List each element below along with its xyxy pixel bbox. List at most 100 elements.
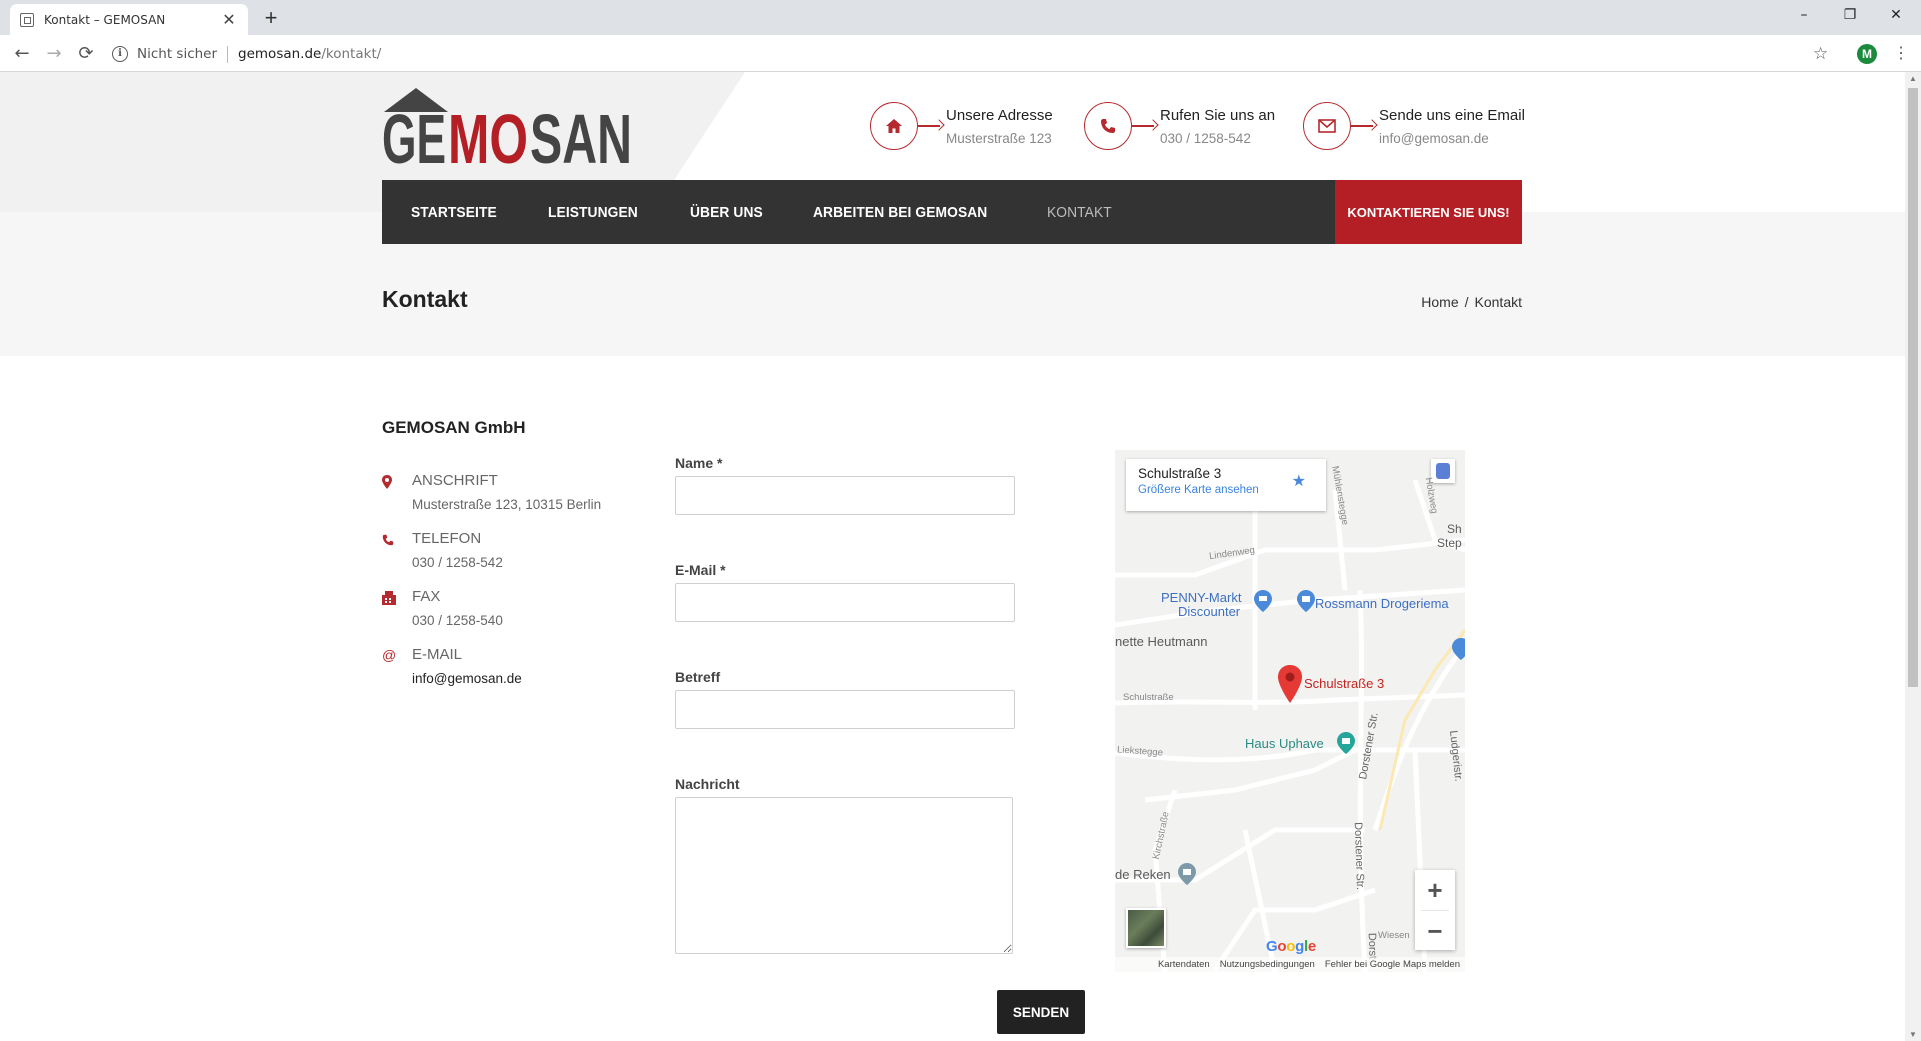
send-button[interactable]: SENDEN <box>997 990 1085 1034</box>
page-favicon-icon <box>20 12 34 27</box>
phone-label: TELEFON <box>412 530 482 547</box>
report-error-link[interactable]: Fehler bei Google Maps melden <box>1325 959 1460 970</box>
close-window-button[interactable]: ✕ <box>1873 0 1919 30</box>
header-phone: Rufen Sie uns an 030 / 1258-542 <box>1084 102 1275 150</box>
subject-field[interactable] <box>675 690 1015 729</box>
restore-button[interactable]: ❐ <box>1827 0 1873 30</box>
street-label: Dorst <box>1365 932 1379 960</box>
new-tab-button[interactable]: + <box>258 6 284 32</box>
contact-us-button[interactable]: KONTAKTIEREN SIE UNS! <box>1335 180 1522 244</box>
google-logo: Google <box>1266 938 1316 955</box>
map-info-card: Schulstraße 3 Größere Karte ansehen ★ <box>1126 459 1326 511</box>
pegman-icon[interactable] <box>1431 459 1455 483</box>
map-footer: Kartendaten Nutzungsbedingungen Fehler b… <box>1115 957 1465 972</box>
browser-tab[interactable]: Kontakt – GEMOSAN ✕ <box>10 4 248 35</box>
envelope-icon <box>1303 102 1351 150</box>
google-map[interactable]: Schulstraße 3 Größere Karte ansehen ★ Li… <box>1115 450 1465 972</box>
poi-edge-icon[interactable] <box>1452 638 1465 660</box>
scroll-down-icon[interactable]: ▼ <box>1905 1030 1921 1039</box>
browser-toolbar: ← → ⟳ i Nicht sicher gemosan.de /kontakt… <box>0 35 1921 72</box>
place-label-rossmann: Rossmann Drogeriema <box>1315 596 1449 611</box>
message-field[interactable] <box>675 797 1013 954</box>
security-label: Nicht sicher <box>137 46 218 62</box>
fax-icon <box>382 588 412 628</box>
place-label-reken: de Reken <box>1115 867 1171 882</box>
email-label: E-MAIL <box>412 646 463 663</box>
email-title: Sende uns eine Email <box>1379 106 1525 124</box>
breadcrumb-separator: / <box>1464 294 1469 310</box>
nav-ueber-uns[interactable]: ÜBER UNS <box>690 204 763 221</box>
tab-close-icon[interactable]: ✕ <box>220 10 238 29</box>
phone-value: 030 / 1258-542 <box>1160 130 1251 146</box>
main-navigation: STARTSEITE LEISTUNGEN ÜBER UNS ARBEITEN … <box>382 180 1522 244</box>
landmark-poi-icon[interactable] <box>1178 863 1196 885</box>
place-label-haus-uphave: Haus Uphave <box>1245 736 1324 751</box>
email-link[interactable]: info@gemosan.de <box>412 671 522 686</box>
address-text: Musterstraße 123, 10315 Berlin <box>412 497 602 512</box>
scroll-up-icon[interactable]: ▲ <box>1905 74 1921 83</box>
nav-startseite[interactable]: STARTSEITE <box>411 204 497 221</box>
header-email: Sende uns eine Email info@gemosan.de <box>1303 102 1525 150</box>
nav-leistungen[interactable]: LEISTUNGEN <box>548 204 638 221</box>
nav-kontakt[interactable]: KONTAKT <box>1047 204 1112 221</box>
breadcrumb: Home / Kontakt <box>1421 294 1522 310</box>
save-star-icon[interactable]: ★ <box>1292 471 1306 491</box>
forward-arrow-icon[interactable]: → <box>40 40 68 68</box>
company-name: GEMOSAN GmbH <box>382 418 526 437</box>
street-label: Schulstraße <box>1123 692 1174 703</box>
breadcrumb-home[interactable]: Home <box>1421 294 1458 310</box>
profile-avatar[interactable]: M <box>1857 44 1877 64</box>
address-label: ANSCHRIFT <box>412 472 498 489</box>
address-bar[interactable]: i Nicht sicher gemosan.de /kontakt/ <box>112 40 1812 68</box>
page-scrollbar[interactable]: ▲ ▼ <box>1905 72 1921 1041</box>
phone-text: 030 / 1258-542 <box>412 555 503 570</box>
zoom-out-button[interactable]: − <box>1415 911 1455 951</box>
satellite-toggle[interactable] <box>1126 908 1166 948</box>
shopping-bag-poi-icon[interactable] <box>1297 590 1315 612</box>
place-label-heutmann: nette Heutmann <box>1115 634 1208 649</box>
url-host: gemosan.de <box>238 46 322 62</box>
email-value: info@gemosan.de <box>1379 130 1489 146</box>
zoom-controls: + − <box>1415 870 1455 950</box>
name-field[interactable] <box>675 476 1015 515</box>
phone-title: Rufen Sie uns an <box>1160 106 1276 124</box>
minimize-button[interactable]: – <box>1781 0 1827 30</box>
nav-arbeiten-bei-gemosan[interactable]: ARBEITEN BEI GEMOSAN <box>813 204 987 221</box>
logo-text-san: SAN <box>530 100 632 166</box>
fax-text: 030 / 1258-540 <box>412 613 503 628</box>
zoom-in-button[interactable]: + <box>1415 870 1455 910</box>
house-icon <box>870 102 918 150</box>
tab-title: Kontakt – GEMOSAN <box>44 12 166 27</box>
gemosan-logo[interactable]: GE MO SAN <box>382 86 634 166</box>
phone-icon <box>382 530 412 570</box>
url-path: /kontakt/ <box>321 46 382 62</box>
info-icon[interactable]: i <box>112 46 128 62</box>
page-viewport: GE MO SAN Unsere Adresse Musterstraße 12… <box>0 72 1905 1041</box>
map-data-link[interactable]: Kartendaten <box>1158 959 1210 970</box>
logo-text-ge: GE <box>382 100 446 166</box>
subject-label: Betreff <box>675 669 721 685</box>
at-icon: @ <box>382 647 397 663</box>
shopping-cart-poi-icon[interactable] <box>1254 590 1272 612</box>
browser-menu-icon[interactable]: ⋮ <box>1893 40 1909 68</box>
scrollbar-thumb[interactable] <box>1908 88 1918 687</box>
bookmark-star-icon[interactable]: ☆ <box>1813 40 1828 68</box>
arrow-icon <box>1351 120 1377 132</box>
email-field[interactable] <box>675 583 1015 622</box>
building-poi-icon[interactable] <box>1337 732 1355 754</box>
info-phone: TELEFON 030 / 1258-542 <box>382 530 503 570</box>
back-arrow-icon[interactable]: ← <box>8 40 36 68</box>
info-email: @ E-MAIL info@gemosan.de <box>382 646 522 686</box>
page-title: Kontakt <box>382 286 468 312</box>
map-streets <box>1115 479 1465 972</box>
marker-label: Schulstraße 3 <box>1304 676 1385 691</box>
address-title: Unsere Adresse <box>946 106 1053 124</box>
location-marker-icon[interactable] <box>1278 665 1302 703</box>
street-label: Dorstener Str. <box>1351 821 1367 891</box>
larger-map-link[interactable]: Größere Karte ansehen <box>1138 484 1314 496</box>
arrow-icon <box>1132 120 1158 132</box>
info-address: ANSCHRIFT Musterstraße 123, 10315 Berlin <box>382 472 601 512</box>
reload-icon[interactable]: ⟳ <box>72 40 100 68</box>
info-fax: FAX 030 / 1258-540 <box>382 588 503 628</box>
terms-link[interactable]: Nutzungsbedingungen <box>1220 959 1315 970</box>
